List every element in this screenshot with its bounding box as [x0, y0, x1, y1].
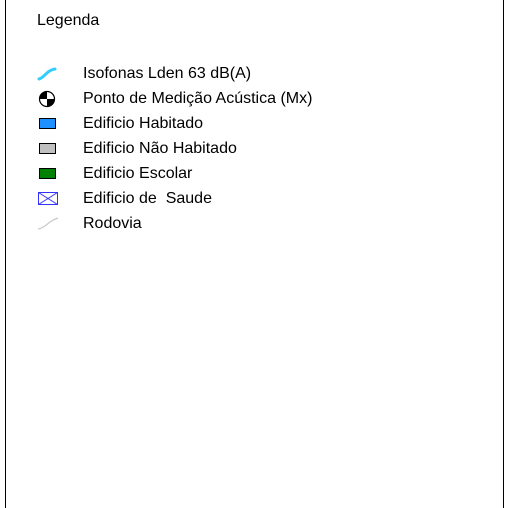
legend-item-isophone: Isofonas Lden 63 dB(A) — [37, 61, 312, 86]
school-building-swatch-icon — [39, 168, 56, 179]
legend-item-inhabited-building: Edificio Habitado — [37, 111, 312, 136]
legend-item-measurement-point: Ponto de Medição Acústica (Mx) — [37, 86, 312, 111]
measurement-point-icon — [37, 90, 83, 108]
health-building-swatch-icon — [37, 190, 83, 208]
legend-list: Isofonas Lden 63 dB(A) Ponto de Medição … — [37, 61, 312, 236]
legend-label: Edificio Escolar — [83, 164, 193, 182]
legend-label: Edificio Habitado — [83, 114, 204, 132]
legend-label: Edificio Não Habitado — [83, 139, 237, 157]
legend-item-school-building: Edificio Escolar — [37, 161, 312, 186]
isophone-line-icon — [37, 65, 83, 83]
legend-label: Edificio de Saude — [83, 189, 212, 207]
legend-label: Isofonas Lden 63 dB(A) — [83, 64, 252, 82]
legend-item-road: Rodovia — [37, 211, 312, 236]
legend-label: Ponto de Medição Acústica (Mx) — [83, 89, 313, 107]
inhabited-building-swatch-icon — [39, 118, 56, 129]
legend-item-health-building: Edificio de Saude — [37, 186, 312, 211]
legend-item-uninhabited-building: Edificio Não Habitado — [37, 136, 312, 161]
road-line-icon — [37, 215, 83, 233]
legend-label: Rodovia — [83, 214, 142, 232]
uninhabited-building-swatch-icon — [39, 143, 56, 154]
legend-title: Legenda — [37, 12, 100, 29]
